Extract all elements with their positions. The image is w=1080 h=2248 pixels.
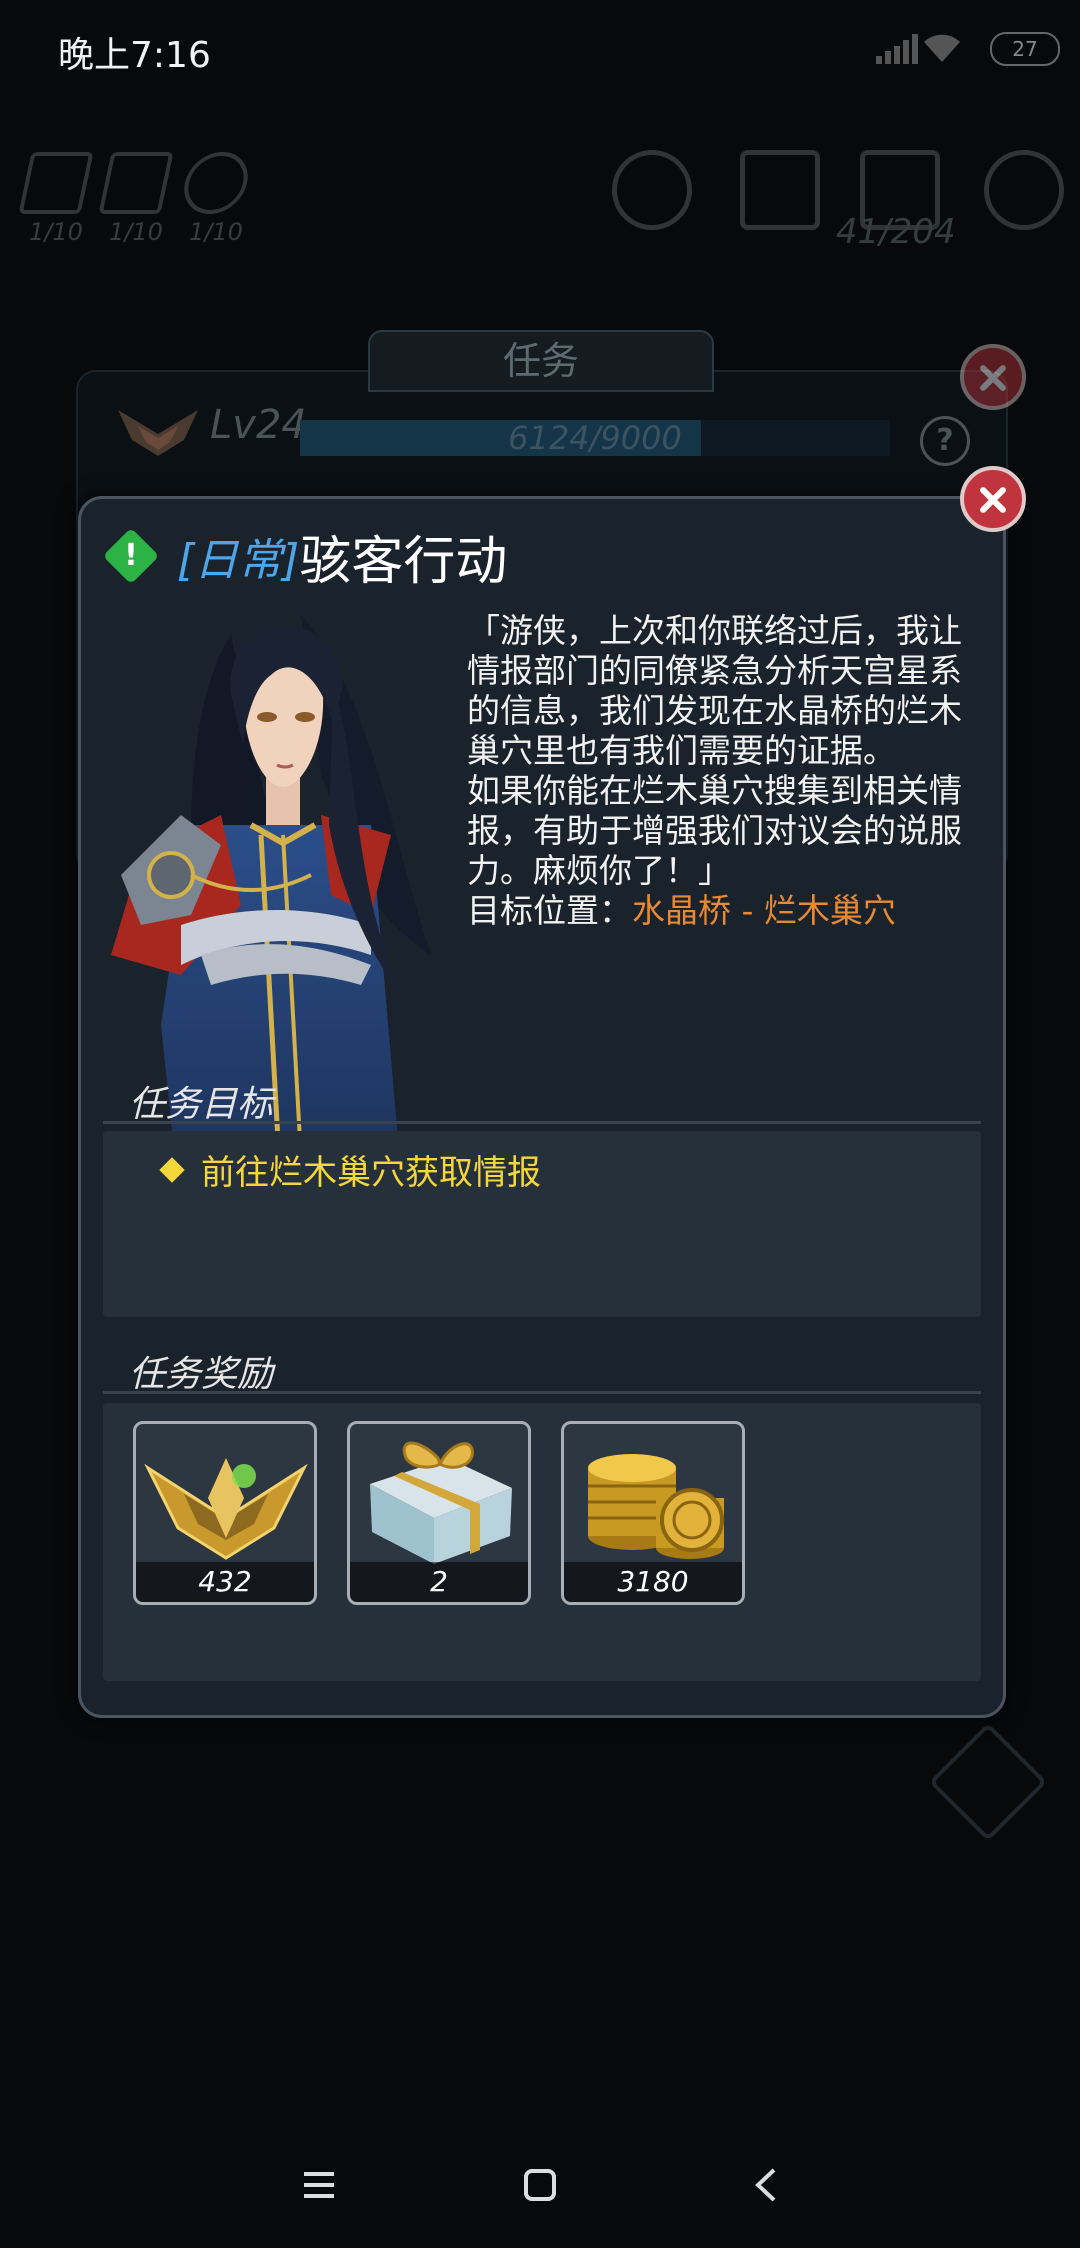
clock: 晚上7:16 <box>58 35 211 76</box>
background-panel-title: 任务 <box>368 330 714 392</box>
background-hud: 1/10 1/10 1/10 41/204 <box>0 100 1080 360</box>
exit-icon <box>740 150 820 230</box>
reward-qty: 3180 <box>564 1562 742 1602</box>
reward-qty: 432 <box>136 1562 314 1602</box>
xp-emblem-icon <box>144 1458 308 1560</box>
reward-item[interactable]: 432 <box>133 1421 317 1605</box>
rewards-heading: 任务奖励 <box>129 1354 274 1395</box>
help-button[interactable]: ? <box>920 416 970 466</box>
hud-stat: 1/10 <box>96 152 176 246</box>
gold-coins-icon <box>588 1454 724 1559</box>
gift-box-icon <box>370 1441 512 1564</box>
location-label: 目标位置： <box>467 891 632 930</box>
divider <box>103 1391 981 1394</box>
quest-list-icon <box>928 1722 1048 1842</box>
close-button-background[interactable] <box>960 344 1026 410</box>
home-icon[interactable] <box>515 2160 565 2210</box>
close-button[interactable] <box>960 466 1026 532</box>
rank-emblem-icon <box>118 410 198 456</box>
signal-icon <box>876 34 918 64</box>
hud-stat: 1/10 <box>176 152 256 246</box>
divider <box>103 1121 981 1124</box>
story-text: 「游侠，上次和你联络过后，我让情报部门的同僚紧急分析天宫星系的信息，我们发现在水… <box>467 611 962 890</box>
gear-icon <box>984 150 1064 230</box>
menu-icon[interactable] <box>294 2160 344 2210</box>
radar-icon <box>612 150 692 230</box>
status-bar: 晚上7:16 27 <box>0 0 1080 100</box>
hud-stat-count: 1/10 <box>109 218 163 246</box>
objective-text: 前往烂木巢穴获取情报 <box>201 1153 541 1193</box>
hud-stat-count: 1/10 <box>189 218 243 246</box>
battery-icon: 27 <box>990 32 1060 66</box>
quest-detail-dialog: ! [日常] 骇客行动 「游侠，上次和你联络过后，我让情报部门的同僚紧急分析天宫… <box>78 496 1006 1718</box>
wifi-icon <box>924 34 960 62</box>
hud-stat: 1/10 <box>16 152 96 246</box>
objectives-heading: 任务目标 <box>129 1084 274 1125</box>
objective-item: 前往烂木巢穴获取情报 <box>159 1145 541 1194</box>
navigation-bar <box>0 2120 1080 2248</box>
reward-item[interactable]: 3180 <box>561 1421 745 1605</box>
reward-item[interactable]: 2 <box>347 1421 531 1605</box>
objectives-box: 前往烂木巢穴获取情报 <box>103 1131 981 1317</box>
sword-icon <box>18 152 94 214</box>
hud-counter: 41/204 <box>836 212 956 252</box>
reward-qty: 2 <box>350 1562 528 1602</box>
ship-icon <box>98 152 174 214</box>
diamond-bullet-icon <box>159 1156 185 1183</box>
target-icon <box>178 152 254 214</box>
rewards-box: 432 2 3180 <box>103 1403 981 1681</box>
xp-text: 6124/9000 <box>508 419 682 457</box>
location-value: 水晶桥 - 烂木巢穴 <box>632 891 896 930</box>
background-level: Lv24 <box>118 402 307 472</box>
xp-bar: 6124/9000 <box>300 420 890 456</box>
quest-story: 「游侠，上次和你联络过后，我让情报部门的同僚紧急分析天宫星系的信息，我们发现在水… <box>467 611 987 931</box>
back-icon[interactable] <box>742 2160 792 2210</box>
hud-stat-count: 1/10 <box>29 218 83 246</box>
level-text: Lv24 <box>210 402 307 448</box>
